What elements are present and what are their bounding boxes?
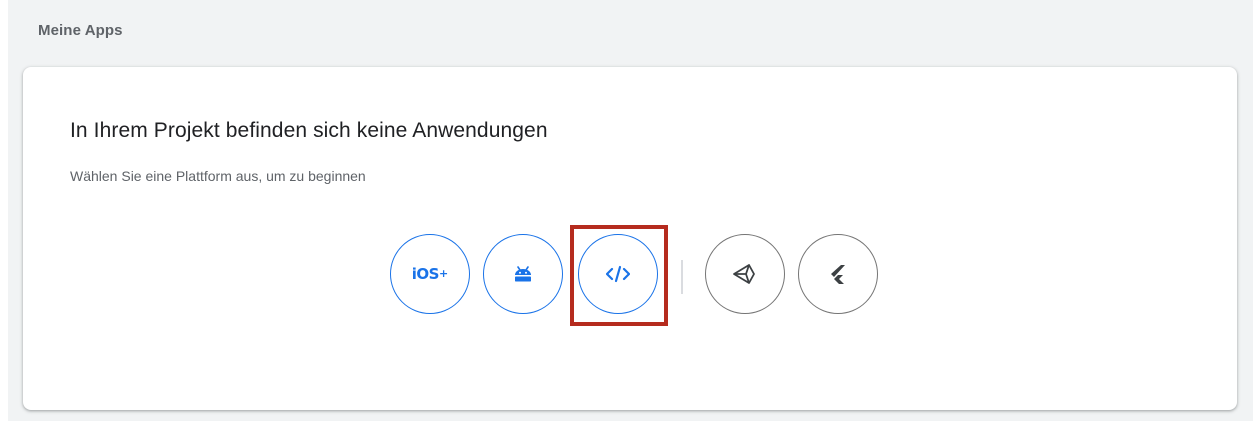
card-subtitle: Wählen Sie eine Plattform aus, um zu beg…	[70, 168, 366, 184]
ios-plus-suffix: +	[438, 266, 449, 280]
android-icon	[512, 266, 534, 282]
web-code-icon	[606, 265, 630, 283]
flutter-platform-button[interactable]	[798, 234, 878, 314]
section-title: Meine Apps	[38, 22, 123, 39]
flutter-icon	[828, 263, 848, 285]
android-platform-button[interactable]	[483, 234, 563, 314]
ios-platform-button[interactable]: iOS+	[390, 234, 470, 314]
card-title: In Ihrem Projekt befinden sich keine Anw…	[70, 119, 548, 142]
platform-divider	[681, 260, 683, 294]
web-platform-button[interactable]	[578, 234, 658, 314]
unity-platform-button[interactable]	[705, 234, 785, 314]
ios-label: iOS	[411, 264, 440, 283]
ios-plus-icon: iOS+	[412, 265, 448, 284]
unity-icon	[732, 263, 758, 285]
